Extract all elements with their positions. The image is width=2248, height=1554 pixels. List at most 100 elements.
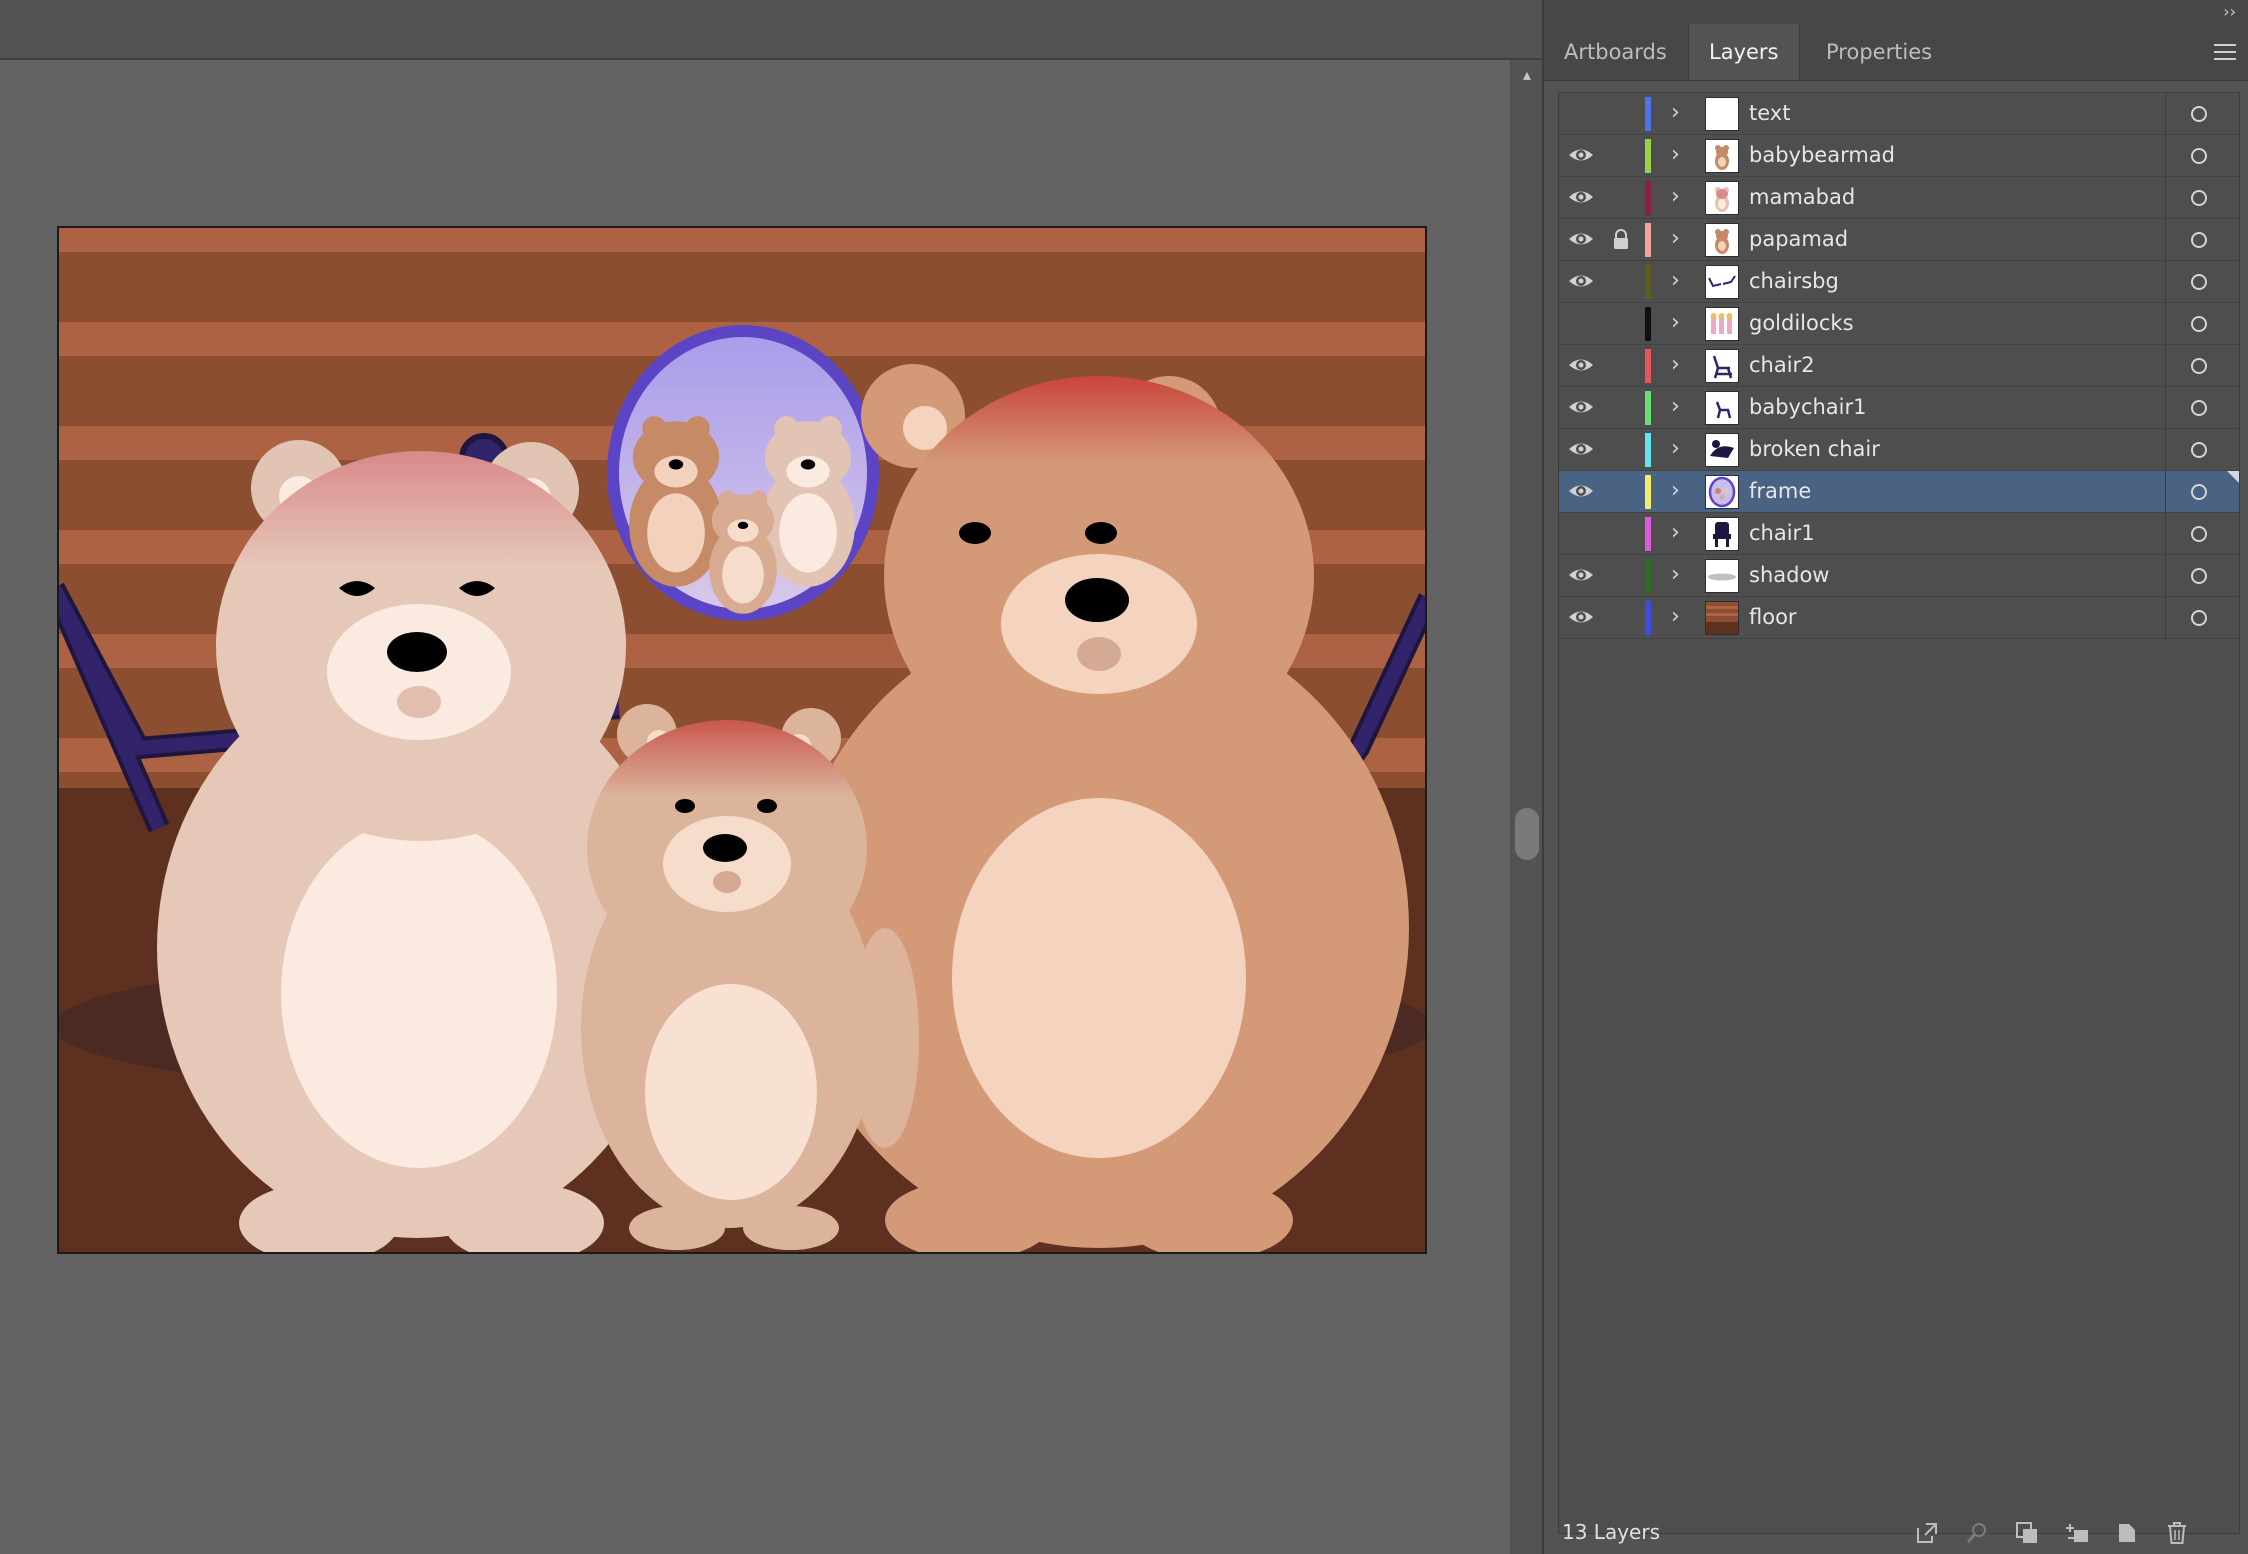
layer-row[interactable]: › text: [1559, 93, 2239, 135]
layer-name[interactable]: chair2: [1749, 345, 1815, 386]
eye-icon[interactable]: [1567, 228, 1595, 250]
lock-toggle[interactable]: [1611, 186, 1631, 208]
layer-color-swatch: [1645, 391, 1651, 425]
eye-icon[interactable]: [1567, 396, 1595, 418]
chevron-right-icon[interactable]: ›: [1671, 308, 1689, 338]
target-circle-icon[interactable]: [2191, 316, 2207, 332]
scroll-up-icon[interactable]: ▴: [1519, 67, 1535, 83]
new-layer-icon[interactable]: [2114, 1520, 2140, 1546]
tab-properties[interactable]: Properties: [1806, 24, 1952, 80]
eye-icon[interactable]: [1567, 354, 1595, 376]
visibility-toggle[interactable]: [1567, 102, 1595, 124]
vertical-scrollbar[interactable]: ▴: [1510, 60, 1543, 1554]
layer-name[interactable]: shadow: [1749, 555, 1829, 596]
layer-row[interactable]: › chair2: [1559, 345, 2239, 387]
layer-name[interactable]: babybearmad: [1749, 135, 1895, 176]
eye-icon[interactable]: [1567, 438, 1595, 460]
layers-panel: ›› Artboards Layers Properties › text › bab…: [1542, 0, 2248, 1554]
column-divider: [2165, 387, 2166, 428]
chevron-right-icon[interactable]: ›: [1671, 182, 1689, 212]
eye-icon[interactable]: [1567, 564, 1595, 586]
scroll-thumb[interactable]: [1515, 808, 1539, 860]
lock-toggle[interactable]: [1611, 480, 1631, 502]
target-circle-icon[interactable]: [2191, 568, 2207, 584]
layer-name[interactable]: chairsbg: [1749, 261, 1839, 302]
lock-toggle[interactable]: [1611, 522, 1631, 544]
tab-artboards[interactable]: Artboards: [1544, 24, 1687, 80]
layer-row[interactable]: › frame: [1559, 471, 2239, 513]
chevron-right-icon[interactable]: ›: [1671, 560, 1689, 590]
lock-toggle[interactable]: [1611, 144, 1631, 166]
layer-name[interactable]: papamad: [1749, 219, 1848, 260]
eye-icon[interactable]: [1567, 606, 1595, 628]
chevron-right-icon[interactable]: ›: [1671, 266, 1689, 296]
chevron-right-icon[interactable]: ›: [1671, 224, 1689, 254]
layer-row[interactable]: › shadow: [1559, 555, 2239, 597]
target-circle-icon[interactable]: [2191, 610, 2207, 626]
panel-menu-icon[interactable]: [2214, 44, 2236, 60]
lock-toggle[interactable]: [1611, 438, 1631, 460]
target-circle-icon[interactable]: [2191, 526, 2207, 542]
target-circle-icon[interactable]: [2191, 148, 2207, 164]
layer-row[interactable]: › broken chair: [1559, 429, 2239, 471]
layer-row[interactable]: › floor: [1559, 597, 2239, 639]
layer-row[interactable]: › mamabad: [1559, 177, 2239, 219]
target-circle-icon[interactable]: [2191, 400, 2207, 416]
lock-toggle[interactable]: [1611, 102, 1631, 124]
lock-toggle[interactable]: [1611, 354, 1631, 376]
search-icon[interactable]: [1964, 1520, 1990, 1546]
target-circle-icon[interactable]: [2191, 232, 2207, 248]
lock-toggle[interactable]: [1611, 396, 1631, 418]
layer-row[interactable]: › papamad: [1559, 219, 2239, 261]
layer-name[interactable]: floor: [1749, 597, 1797, 638]
column-divider: [2165, 135, 2166, 176]
target-circle-icon[interactable]: [2191, 106, 2207, 122]
export-icon[interactable]: [1914, 1520, 1940, 1546]
lock-toggle[interactable]: [1611, 270, 1631, 292]
layer-row[interactable]: › babybearmad: [1559, 135, 2239, 177]
lock-toggle[interactable]: [1611, 606, 1631, 628]
chevron-right-icon[interactable]: ›: [1671, 350, 1689, 380]
target-circle-icon[interactable]: [2191, 274, 2207, 290]
chevron-right-icon[interactable]: ›: [1671, 392, 1689, 422]
chevron-right-icon[interactable]: ›: [1671, 98, 1689, 128]
target-circle-icon[interactable]: [2191, 442, 2207, 458]
layer-color-swatch: [1645, 601, 1651, 635]
eye-icon[interactable]: [1567, 480, 1595, 502]
collapse-panel-icon[interactable]: ››: [2223, 0, 2236, 24]
artboard[interactable]: [57, 226, 1427, 1254]
tab-layers[interactable]: Layers: [1688, 24, 1800, 80]
layer-color-swatch: [1645, 559, 1651, 593]
target-circle-icon[interactable]: [2191, 484, 2207, 500]
layer-name[interactable]: mamabad: [1749, 177, 1855, 218]
visibility-toggle[interactable]: [1567, 522, 1595, 544]
layer-name[interactable]: goldilocks: [1749, 303, 1854, 344]
chevron-right-icon[interactable]: ›: [1671, 434, 1689, 464]
layer-row[interactable]: › chairsbg: [1559, 261, 2239, 303]
chevron-right-icon[interactable]: ›: [1671, 518, 1689, 548]
lock-toggle[interactable]: [1611, 564, 1631, 586]
clipping-mask-icon[interactable]: [2014, 1520, 2040, 1546]
delete-layer-icon[interactable]: [2164, 1520, 2190, 1546]
layer-name[interactable]: broken chair: [1749, 429, 1880, 470]
layer-row[interactable]: › chair1: [1559, 513, 2239, 555]
layer-row[interactable]: › babychair1: [1559, 387, 2239, 429]
lock-icon[interactable]: [1611, 228, 1631, 250]
chevron-right-icon[interactable]: ›: [1671, 602, 1689, 632]
visibility-toggle[interactable]: [1567, 312, 1595, 334]
chevron-right-icon[interactable]: ›: [1671, 476, 1689, 506]
layer-row[interactable]: › goldilocks: [1559, 303, 2239, 345]
layer-name[interactable]: babychair1: [1749, 387, 1867, 428]
eye-icon[interactable]: [1567, 186, 1595, 208]
column-divider: [2165, 345, 2166, 386]
layer-name[interactable]: text: [1749, 93, 1790, 134]
chevron-right-icon[interactable]: ›: [1671, 140, 1689, 170]
lock-toggle[interactable]: [1611, 312, 1631, 334]
new-sublayer-icon[interactable]: [2064, 1520, 2090, 1546]
layer-name[interactable]: frame: [1749, 471, 1811, 512]
eye-icon[interactable]: [1567, 144, 1595, 166]
target-circle-icon[interactable]: [2191, 358, 2207, 374]
target-circle-icon[interactable]: [2191, 190, 2207, 206]
eye-icon[interactable]: [1567, 270, 1595, 292]
layer-name[interactable]: chair1: [1749, 513, 1815, 554]
